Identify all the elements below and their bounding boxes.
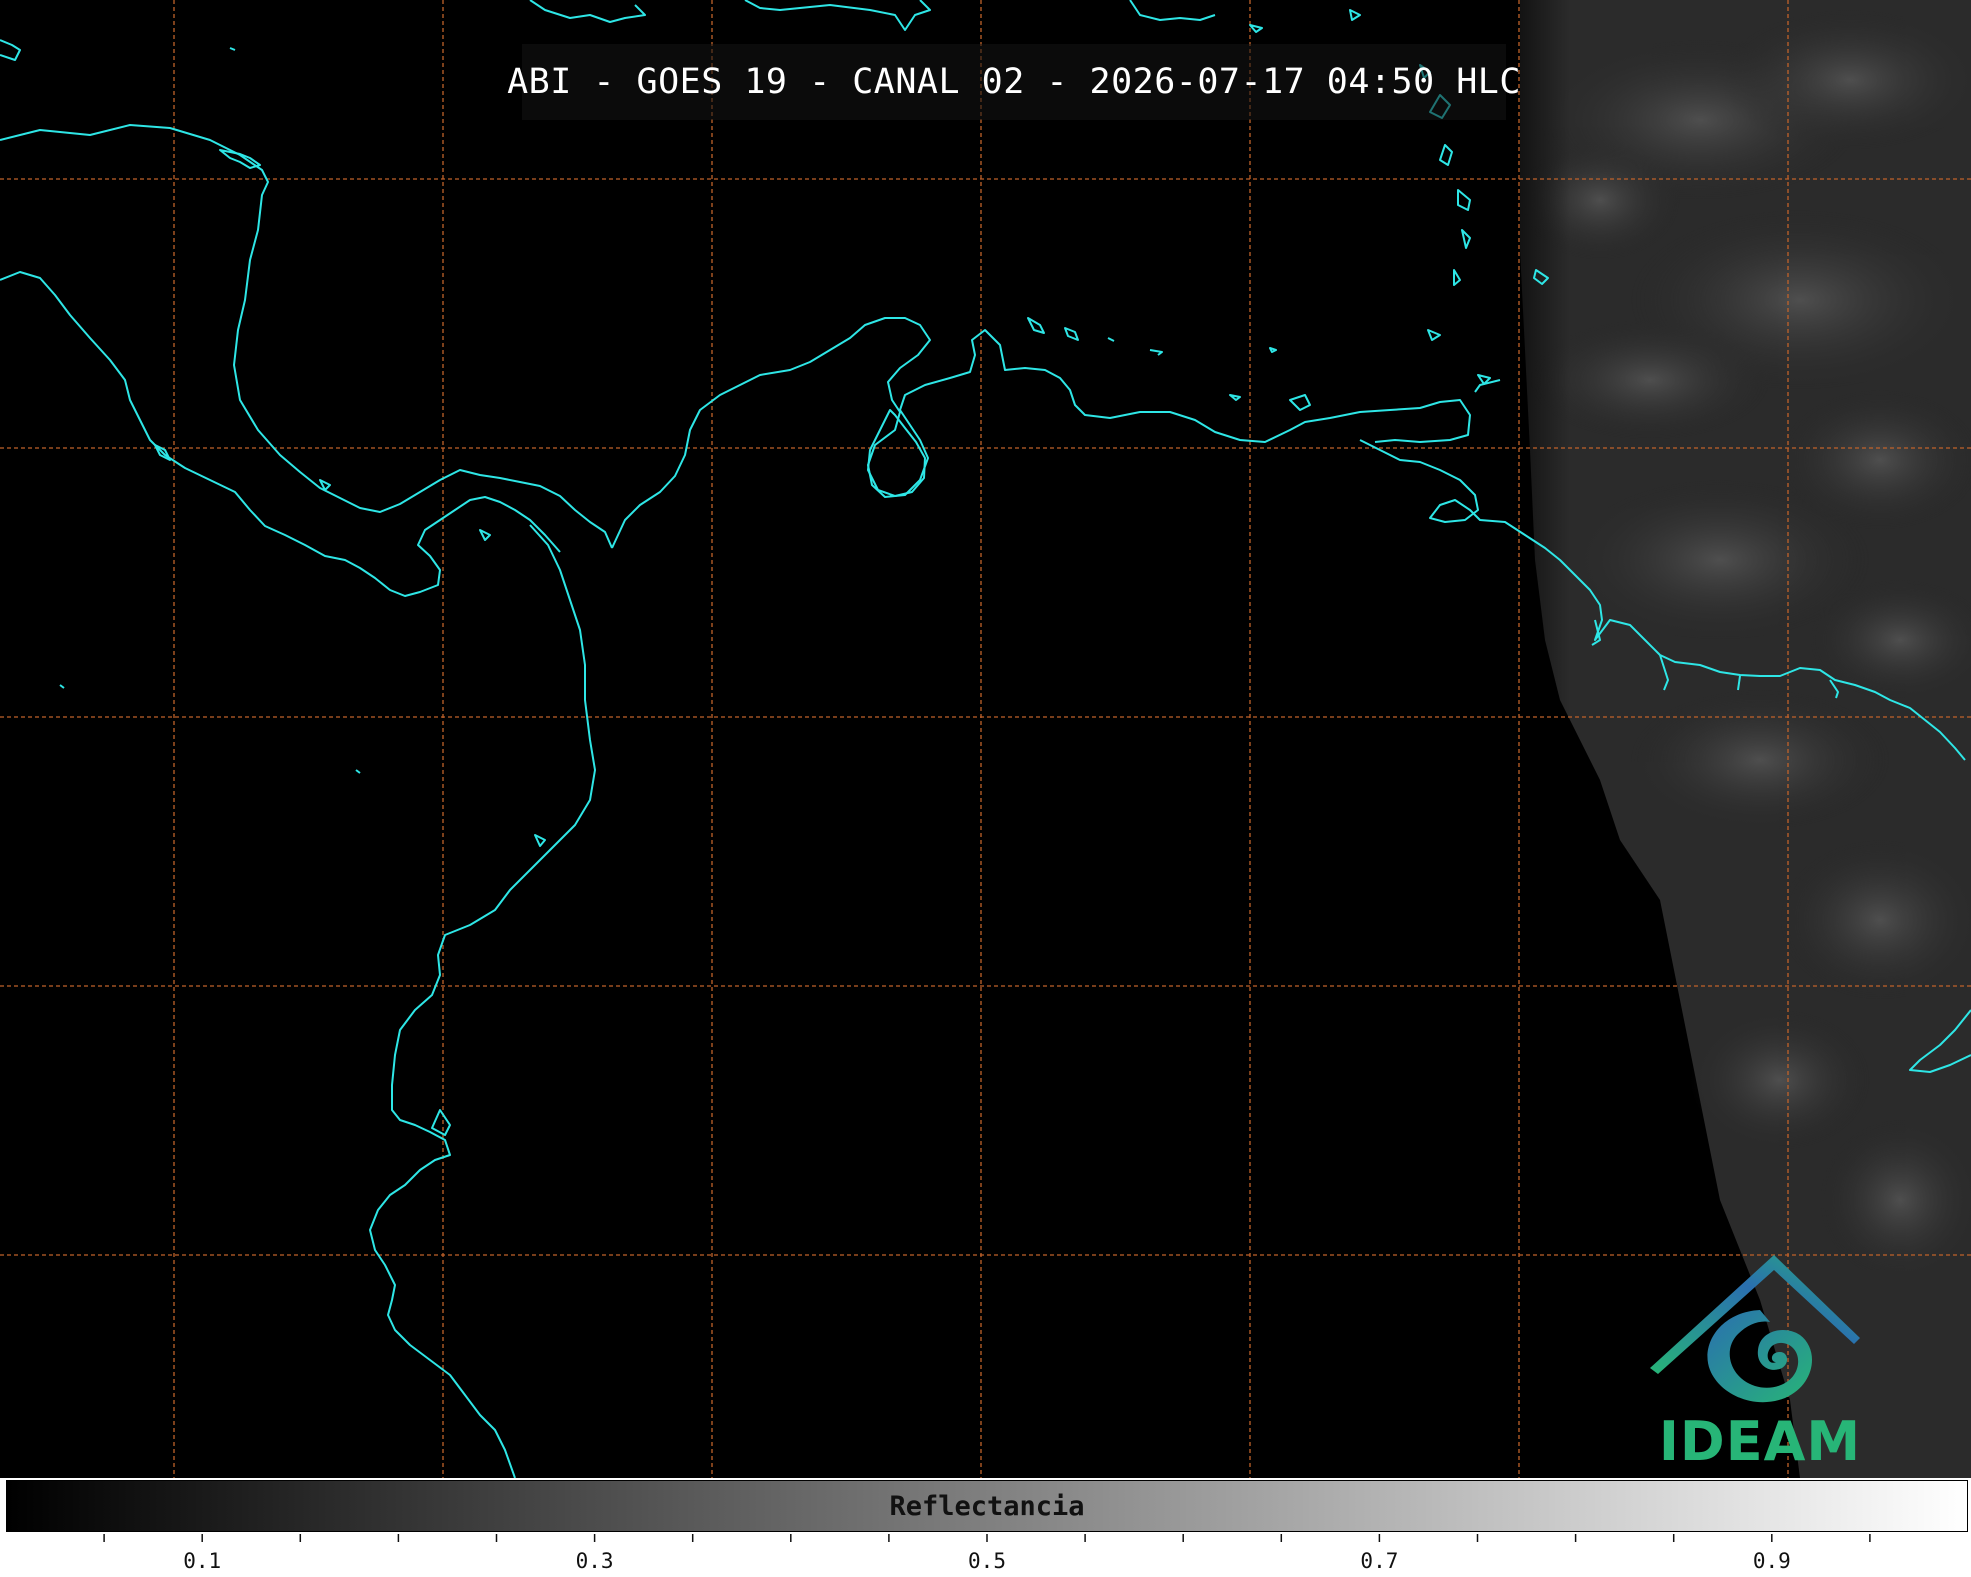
logo-wordmark: IDEAM [1658, 1410, 1862, 1473]
colorbar-tick-label: 0.3 [576, 1549, 614, 1573]
terminator-fade [1480, 0, 1570, 1478]
colorbar-tick-label: 0.9 [1753, 1549, 1791, 1573]
satellite-map: ABI - GOES 19 - CANAL 02 - 2026-07-17 04… [0, 0, 1971, 1478]
title-banner: ABI - GOES 19 - CANAL 02 - 2026-07-17 04… [507, 44, 1520, 120]
colorbar: Reflectancia [6, 1480, 1968, 1532]
colorbar-tick-label: 0.1 [183, 1549, 221, 1573]
colorbar-ticks: 0.1 0.3 0.5 0.7 0.9 [103, 1534, 1871, 1573]
colorbar-tick-label: 0.7 [1360, 1549, 1398, 1573]
colorbar-panel: Reflectancia 0.1 0.3 0.5 0.7 0.9 [0, 1478, 1971, 1577]
map-title: ABI - GOES 19 - CANAL 02 - 2026-07-17 04… [507, 62, 1521, 102]
colorbar-tick-label: 0.5 [968, 1549, 1006, 1573]
ideam-logo-icon [1650, 1255, 1860, 1403]
ideam-logo: IDEAM [1640, 1250, 1880, 1478]
colorbar-label: Reflectancia [889, 1491, 1085, 1522]
